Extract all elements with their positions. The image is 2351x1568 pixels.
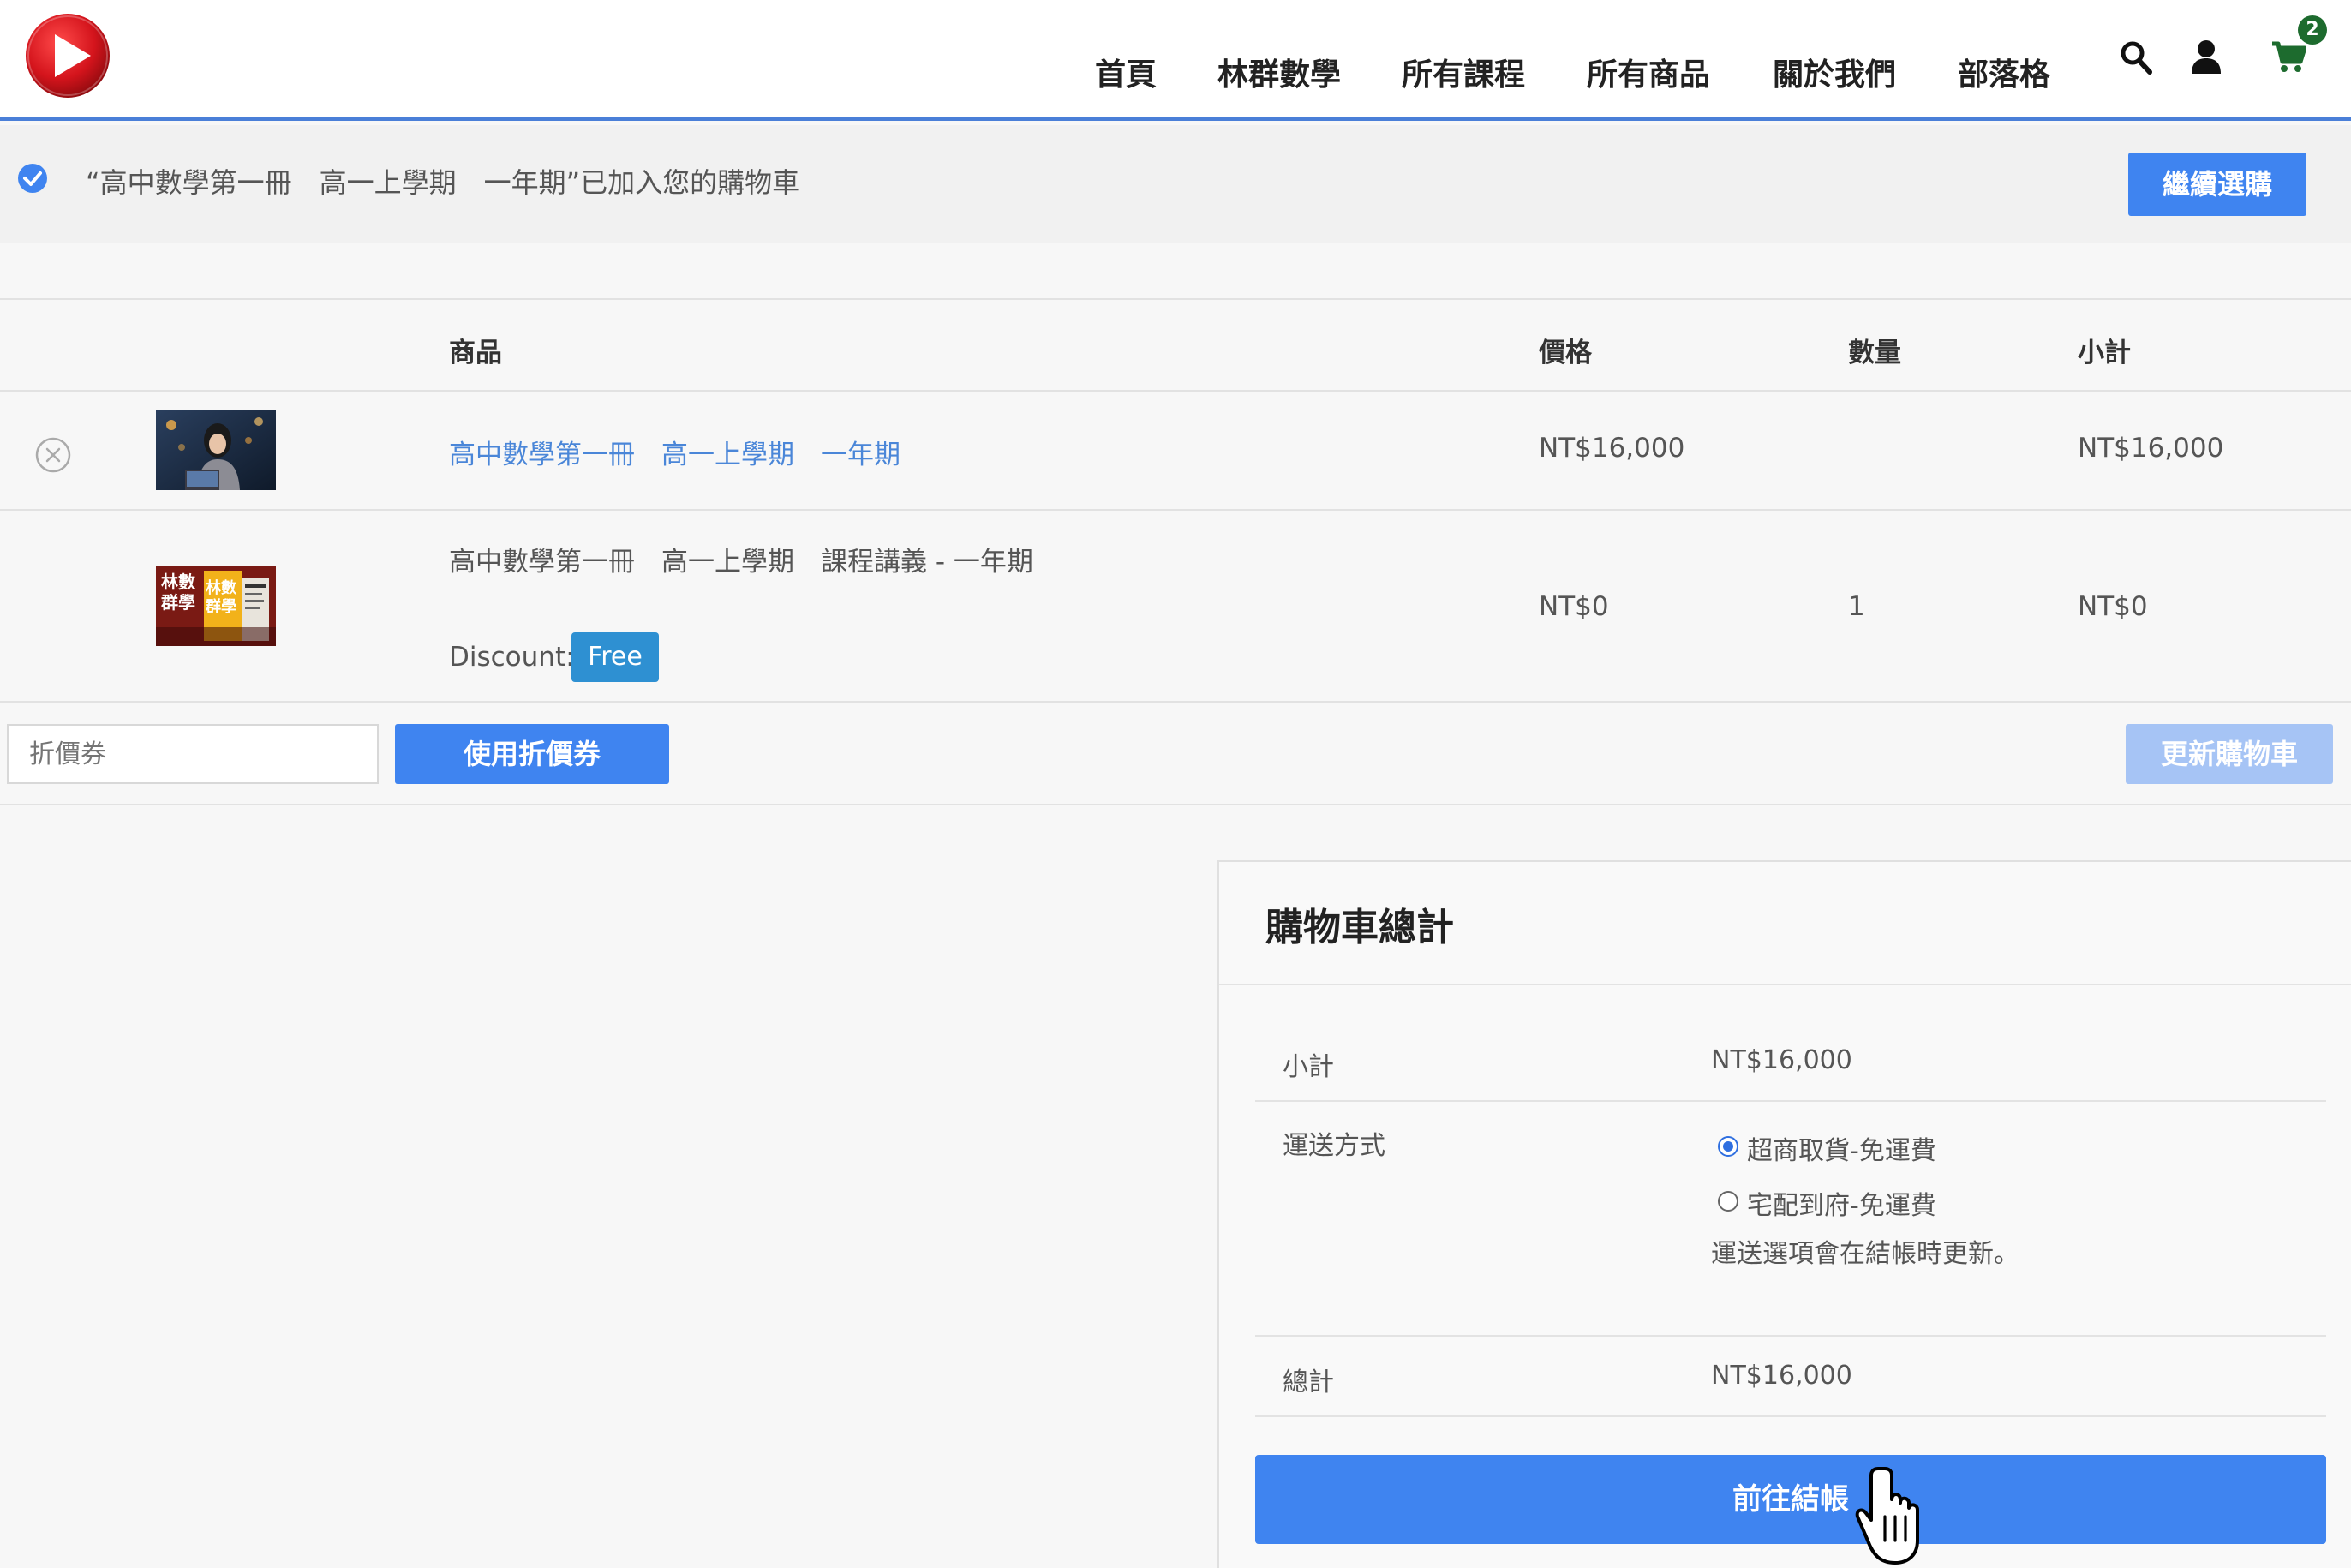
cart-totals-title: 購物車總計	[1265, 906, 1454, 949]
product-thumbnail[interactable]	[156, 410, 276, 490]
update-cart-button[interactable]: 更新購物車	[2126, 724, 2333, 784]
nav-about[interactable]: 關於我們	[1773, 50, 1896, 94]
nav-all-courses[interactable]: 所有課程	[1402, 50, 1525, 94]
totals-title-divider	[1219, 984, 2351, 985]
total-amount: NT$16,000	[1711, 1361, 1852, 1391]
row-divider	[0, 509, 2351, 511]
total-label: 總計	[1283, 1368, 1334, 1397]
site-header: 首頁 林群數學 所有課程 所有商品 關於我們 部落格 2	[0, 0, 2351, 121]
thumb-text: 群學	[160, 592, 195, 613]
actions-divider	[0, 804, 2351, 805]
notice-message: “高中數學第一冊 高一上學期 一年期”已加入您的購物車	[86, 166, 800, 199]
subtotal-label: 小計	[1283, 1052, 1334, 1082]
price-value: NT$0	[1539, 591, 1609, 622]
play-logo-icon[interactable]	[24, 12, 111, 99]
search-icon[interactable]	[2119, 39, 2153, 75]
nav-all-products[interactable]: 所有商品	[1587, 50, 1710, 94]
header-subtotal: 小計	[2078, 338, 2131, 368]
nav-home[interactable]: 首頁	[1095, 50, 1157, 94]
nav-lin-math[interactable]: 林群數學	[1217, 50, 1341, 94]
shipping-note: 運送選項會在結帳時更新。	[1711, 1239, 2019, 1269]
proceed-to-checkout-button[interactable]: 前往結帳	[1255, 1455, 2326, 1544]
shipping-option-label[interactable]: 宅配到府-免運費	[1747, 1184, 1936, 1222]
table-top-divider	[0, 298, 2351, 300]
quantity-value: 1	[1848, 591, 1865, 622]
continue-shopping-button[interactable]: 繼續選購	[2128, 153, 2306, 216]
product-thumbnail[interactable]: 林數 群學 林數 群學	[156, 566, 276, 646]
user-icon[interactable]	[2190, 39, 2222, 74]
nav-blog[interactable]: 部落格	[1958, 50, 2050, 94]
price-value: NT$16,000	[1539, 433, 1685, 464]
hand-cursor-icon	[1855, 1467, 1919, 1565]
product-name: 高中數學第一冊 高一上學期 課程講義 - 一年期	[449, 547, 1033, 578]
discount-badge: Free	[571, 632, 659, 682]
subtotal-amount: NT$16,000	[1711, 1045, 1852, 1075]
row-divider	[0, 701, 2351, 703]
totals-divider	[1255, 1415, 2326, 1417]
cart-count-badge: 2	[2298, 15, 2327, 45]
header-product: 商品	[449, 338, 502, 368]
check-circle-icon	[18, 164, 47, 193]
discount-label: Discount:	[449, 642, 575, 673]
product-link[interactable]: 高中數學第一冊 高一上學期 一年期	[449, 433, 900, 471]
totals-divider	[1255, 1335, 2326, 1337]
shipping-option-radio-home[interactable]	[1718, 1191, 1738, 1212]
thumb-text: 群學	[206, 597, 236, 616]
shipping-option-label[interactable]: 超商取貨-免運費	[1747, 1129, 1936, 1167]
cart-icon[interactable]	[2270, 41, 2306, 74]
thumb-text: 林數	[206, 578, 236, 597]
added-to-cart-notice: “高中數學第一冊 高一上學期 一年期”已加入您的購物車 繼續選購	[0, 125, 2351, 243]
cart-totals-panel: 購物車總計 小計 NT$16,000 運送方式 超商取貨-免運費 宅配到府-免運…	[1217, 860, 2351, 1568]
totals-divider	[1255, 1100, 2326, 1102]
remove-item-icon[interactable]	[35, 437, 71, 473]
subtotal-value: NT$16,000	[2078, 433, 2224, 464]
subtotal-value: NT$0	[2078, 591, 2148, 622]
header-price: 價格	[1539, 338, 1592, 368]
table-header-divider	[0, 390, 2351, 392]
apply-coupon-button[interactable]: 使用折價券	[395, 724, 669, 784]
coupon-input[interactable]	[7, 724, 379, 784]
shipping-option-radio-convenience[interactable]	[1718, 1136, 1738, 1157]
shipping-label: 運送方式	[1283, 1131, 1385, 1161]
header-quantity: 數量	[1848, 338, 1901, 368]
thumb-text: 林數	[161, 572, 195, 592]
